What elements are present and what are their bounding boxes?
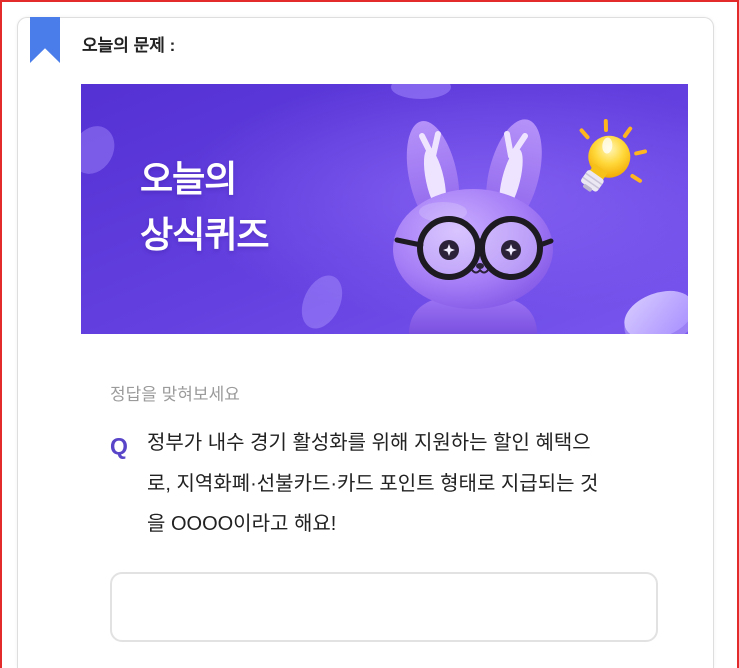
quiz-instruction: 정답을 맞혀보세요 <box>110 385 240 404</box>
quiz-card: 오늘의 문제 : 오늘의 상식퀴즈 정답을 맞혀보세요 Q 정부가 내수 경기 … <box>17 17 714 668</box>
banner-title-line: 오늘의 <box>140 158 237 199</box>
question-line: 정부가 내수 경기 활성화를 위해 지원하는 할인 혜택으 <box>147 432 591 454</box>
question-line: 을 OOOO이라고 해요! <box>147 513 337 535</box>
question-line: 로, 지역화폐·선불카드·카드 포인트 형태로 지급되는 것 <box>147 472 599 495</box>
answer-input[interactable] <box>110 572 658 642</box>
banner-title: 오늘의 상식퀴즈 <box>140 151 269 263</box>
bookmark-icon <box>30 17 60 63</box>
question-text: 정부가 내수 경기 활성화를 위해 지원하는 할인 혜택으 로, 지역화폐·선불… <box>147 423 598 545</box>
banner-title-line: 상식퀴즈 <box>140 214 269 255</box>
question-marker: Q <box>110 433 128 459</box>
card-title: 오늘의 문제 : <box>82 36 176 55</box>
quiz-banner: 오늘의 상식퀴즈 <box>81 84 688 334</box>
